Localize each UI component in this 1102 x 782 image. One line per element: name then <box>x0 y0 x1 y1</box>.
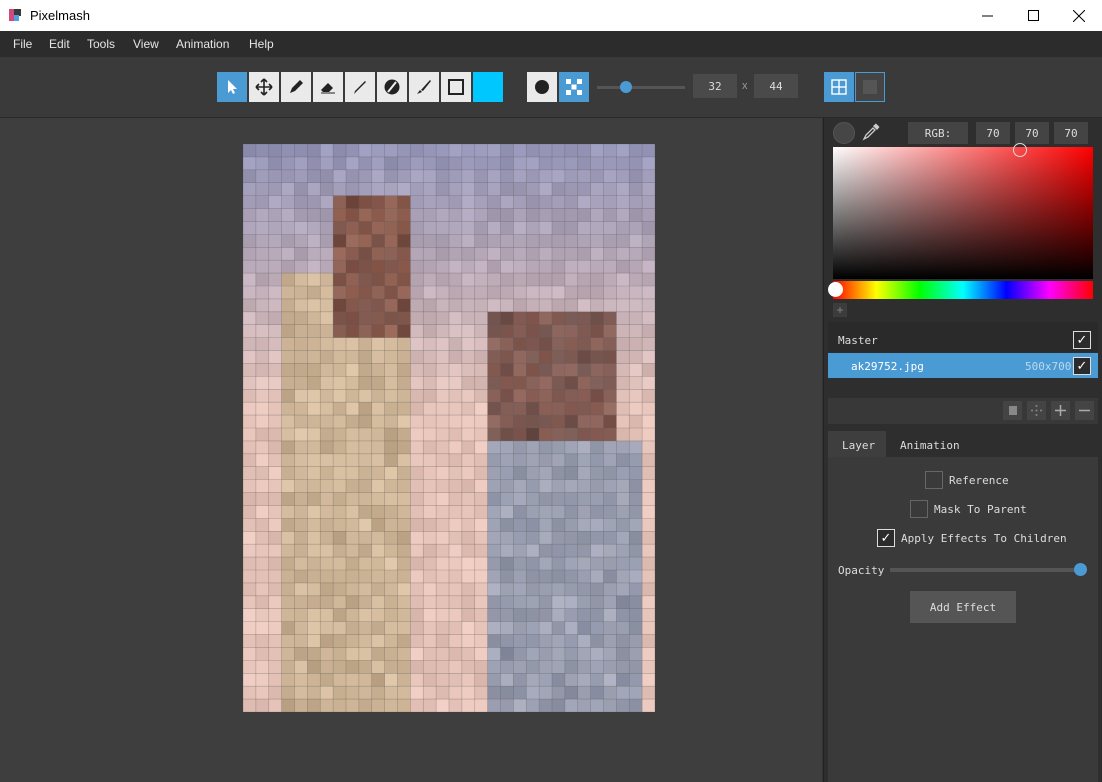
apply-effects-checkbox[interactable]: ✓ <box>877 529 895 547</box>
round-brush-tool[interactable] <box>527 72 557 102</box>
select-tool[interactable] <box>217 72 247 102</box>
panel-icon <box>863 80 877 94</box>
move-icon <box>255 78 273 96</box>
add-color-button[interactable]: + <box>833 303 847 317</box>
size-slider-track[interactable] <box>597 86 685 89</box>
tab-layer-label: Layer <box>842 439 876 452</box>
opacity-slider-handle[interactable] <box>1074 563 1087 576</box>
add-layer-button[interactable] <box>1051 401 1070 420</box>
master-layer-label: Master <box>838 334 878 347</box>
layer-size: 500x700 <box>1025 360 1072 373</box>
shape-tool[interactable] <box>441 72 471 102</box>
hue-slider[interactable] <box>833 281 1093 299</box>
minimize-button[interactable] <box>964 0 1010 31</box>
opacity-slider-track[interactable] <box>890 568 1080 572</box>
hue-slider-handle[interactable] <box>828 282 843 297</box>
fill-tool[interactable] <box>377 72 407 102</box>
grid-toggle-button[interactable] <box>824 72 854 102</box>
maximize-icon <box>1027 10 1039 21</box>
line-tool[interactable] <box>345 72 375 102</box>
square-icon <box>448 79 464 95</box>
layer-name: ak29752.jpg <box>851 360 924 373</box>
green-input[interactable]: 70 <box>1015 122 1049 144</box>
move-tool[interactable] <box>249 72 279 102</box>
color-mode-button[interactable]: RGB: <box>908 122 968 144</box>
menu-file[interactable]: File <box>13 37 32 51</box>
pencil-icon <box>290 80 303 93</box>
opacity-label: Opacity <box>838 564 885 577</box>
toolbar: 32 x 44 <box>0 57 1102 118</box>
mask-to-parent-checkbox[interactable] <box>910 500 928 518</box>
dither-icon <box>566 79 582 95</box>
color-swatch[interactable] <box>473 72 503 102</box>
eraser-icon <box>321 83 335 94</box>
window-title: Pixelmash <box>30 8 90 23</box>
eyedropper-icon[interactable] <box>862 123 880 141</box>
pixel-canvas[interactable] <box>243 144 655 712</box>
menu-edit[interactable]: Edit <box>49 37 70 51</box>
apply-effects-label: Apply Effects To Children <box>901 532 1067 545</box>
grid-icon <box>831 79 847 95</box>
current-color-circle[interactable] <box>833 122 855 144</box>
mask-to-parent-label: Mask To Parent <box>934 503 1027 516</box>
pencil-tool[interactable] <box>281 72 311 102</box>
menu-help[interactable]: Help <box>249 37 274 51</box>
cursor-icon <box>228 80 237 94</box>
minimize-icon <box>981 15 993 17</box>
app-logo-icon <box>9 9 21 21</box>
title-bar: Pixelmash <box>0 0 1102 32</box>
menu-animation[interactable]: Animation <box>176 37 229 51</box>
close-button[interactable] <box>1056 0 1102 31</box>
menu-tools[interactable]: Tools <box>87 37 115 51</box>
dither-tool[interactable] <box>559 72 589 102</box>
brush-width-input[interactable]: 32 <box>693 74 737 98</box>
tab-animation[interactable]: Animation <box>900 439 960 452</box>
saturation-value-picker[interactable] <box>833 147 1093 279</box>
brush-height-input[interactable]: 44 <box>754 74 798 98</box>
reference-label: Reference <box>949 474 1009 487</box>
size-slider-handle[interactable] <box>620 81 632 93</box>
merge-icon <box>1031 405 1042 416</box>
brush-icon <box>417 80 431 94</box>
blue-input[interactable]: 70 <box>1054 122 1088 144</box>
add-effect-button[interactable]: Add Effect <box>910 591 1016 623</box>
line-icon <box>354 81 366 94</box>
plus-icon <box>1055 405 1066 416</box>
eraser-tool[interactable] <box>313 72 343 102</box>
master-visibility-checkbox[interactable]: ✓ <box>1073 331 1091 349</box>
red-input[interactable]: 70 <box>976 122 1010 144</box>
duplicate-layer-button[interactable] <box>1003 401 1022 420</box>
layer-visibility-checkbox[interactable]: ✓ <box>1073 357 1091 375</box>
menu-bar: File Edit Tools View Animation Help <box>0 31 1102 57</box>
size-separator: x <box>742 80 748 92</box>
reference-checkbox[interactable] <box>925 471 943 489</box>
panel-toggle-button[interactable] <box>855 72 885 102</box>
close-icon <box>1073 9 1085 22</box>
circle-icon <box>535 80 549 94</box>
remove-layer-button[interactable] <box>1075 401 1094 420</box>
copy-icon <box>1009 406 1017 415</box>
menu-view[interactable]: View <box>133 37 159 51</box>
sv-picker-handle[interactable] <box>1013 143 1027 157</box>
brush-tool[interactable] <box>409 72 439 102</box>
minus-icon <box>1079 409 1090 412</box>
maximize-button[interactable] <box>1010 0 1056 31</box>
fill-icon <box>384 79 400 95</box>
merge-layer-button[interactable] <box>1027 401 1046 420</box>
